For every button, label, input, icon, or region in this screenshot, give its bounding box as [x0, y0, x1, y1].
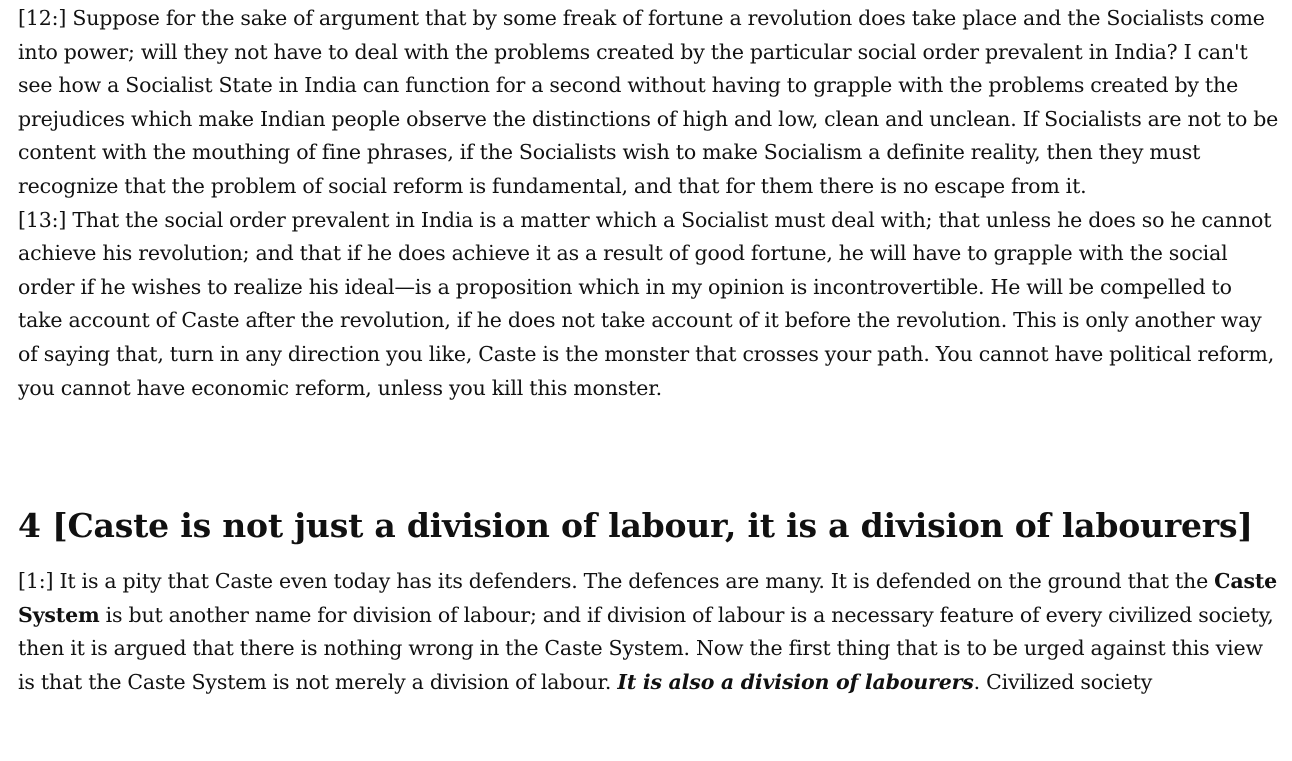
- section-number: 4: [18, 506, 41, 546]
- paragraph-text: . Civilized society: [973, 669, 1153, 694]
- emphasis-text: It is also a division of labourers: [617, 669, 974, 694]
- paragraph-13: [13:] That the social order prevalent in…: [18, 204, 1280, 406]
- paragraph-marker: [13:]: [18, 207, 67, 232]
- document-page: [12:] Suppose for the sake of argument t…: [18, 2, 1280, 700]
- paragraph-text: Suppose for the sake of argument that by…: [18, 6, 1279, 198]
- paragraph-marker: [12:]: [18, 6, 67, 30]
- paragraph-text: That the social order prevalent in India…: [18, 207, 1275, 400]
- section-title: [Caste is not just a division of labour,…: [52, 506, 1253, 546]
- paragraph-text: It is a pity that Caste even today has i…: [59, 569, 1209, 594]
- paragraph-12: [12:] Suppose for the sake of argument t…: [18, 2, 1280, 204]
- paragraph-marker: [1:]: [18, 569, 54, 594]
- section-heading: 4 [Caste is not just a division of labou…: [18, 505, 1280, 547]
- paragraph-1: [1:] It is a pity that Caste even today …: [18, 565, 1280, 699]
